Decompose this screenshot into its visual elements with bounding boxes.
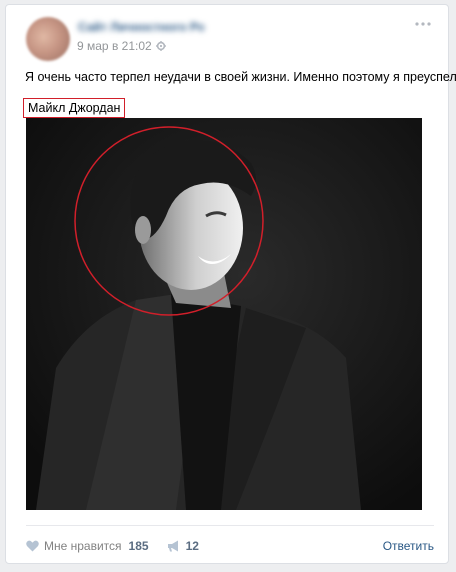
post-date[interactable]: 9 мар в 21:02 — [77, 39, 166, 53]
post-card: Сайт Личностного Роста 9 мар в 21:02 Я о… — [5, 4, 456, 564]
post-footer: Мне нравится 185 12 Ответить — [26, 537, 434, 555]
author-name[interactable]: Сайт Личностного Роста — [78, 21, 204, 33]
footer-divider — [26, 525, 434, 526]
post-photo[interactable] — [26, 118, 422, 510]
post-text: Я очень часто терпел неудачи в своей жиз… — [25, 70, 456, 84]
like-count: 185 — [128, 539, 149, 553]
heart-icon — [26, 540, 39, 552]
like-label: Мне нравится — [44, 539, 122, 553]
share-button[interactable]: 12 — [167, 539, 199, 553]
share-count: 12 — [185, 539, 199, 553]
more-icon[interactable] — [414, 21, 432, 27]
megaphone-icon — [167, 540, 178, 552]
post-date-text[interactable]: 9 мар в 21:02 — [77, 39, 152, 53]
highlighted-name: Майкл Джордан — [23, 98, 126, 118]
like-button[interactable]: Мне нравится 185 — [26, 539, 149, 553]
reply-button[interactable]: Ответить — [383, 539, 434, 553]
gear-icon — [155, 41, 166, 51]
portrait-image — [26, 118, 422, 510]
avatar[interactable] — [26, 17, 70, 61]
